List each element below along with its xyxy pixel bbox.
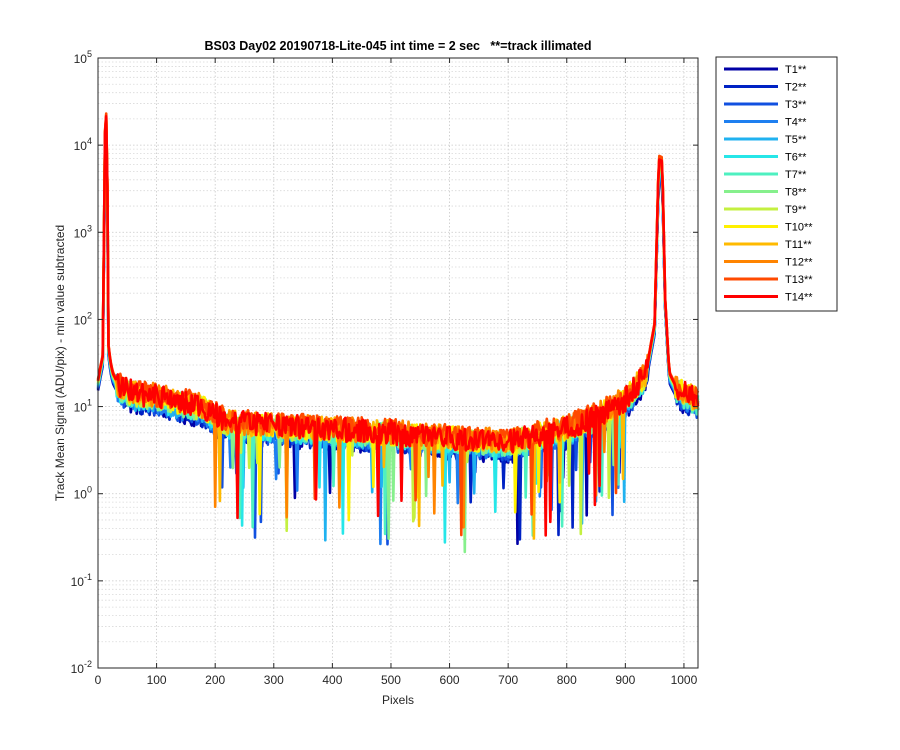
legend-box bbox=[715, 56, 838, 312]
figure: 0 100 200 300 400 500 600 700 800 900 100010-210-1… bbox=[0, 0, 900, 750]
legend-entry-label: T5** bbox=[785, 134, 807, 146]
legend-entry-label: T9** bbox=[785, 204, 807, 216]
legend-entry-label: T13** bbox=[785, 274, 813, 286]
x-tick-label: 0 bbox=[95, 673, 102, 687]
legend-entry-label: T10** bbox=[785, 222, 813, 234]
legend-entry-label: T8** bbox=[785, 187, 807, 199]
y-axis-label: Track Mean Signal (ADU/pix) - min value … bbox=[53, 225, 67, 501]
x-tick-label: 600 bbox=[440, 673, 460, 687]
x-tick-label: 200 bbox=[205, 673, 225, 687]
legend: T1** T2** T3** T4** T5** T6** T7** T8** T9** T10*… bbox=[715, 56, 838, 312]
x-axis-label: Pixels bbox=[382, 693, 414, 707]
x-tick-label: 1000 bbox=[671, 673, 698, 687]
legend-entry-label: T14** bbox=[785, 292, 813, 304]
legend-entry-label: T12** bbox=[785, 257, 813, 269]
x-tick-label: 100 bbox=[147, 673, 167, 687]
x-tick-label: 700 bbox=[498, 673, 518, 687]
legend-entry-label: T3** bbox=[785, 99, 807, 111]
x-tick-label: 400 bbox=[322, 673, 342, 687]
legend-entry-label: T4** bbox=[785, 117, 807, 129]
x-tick-label: 300 bbox=[264, 673, 284, 687]
legend-entry-label: T6** bbox=[785, 152, 807, 164]
x-tick-label: 500 bbox=[381, 673, 401, 687]
chart-title: BS03 Day02 20190718-Lite-045 int time = … bbox=[204, 39, 591, 53]
legend-entry-label: T7** bbox=[785, 169, 807, 181]
legend-entry-label: T11** bbox=[785, 239, 812, 251]
legend-entry-label: T1** bbox=[785, 64, 807, 76]
legend-entry-label: T2** bbox=[785, 82, 807, 94]
x-tick-label: 900 bbox=[615, 673, 635, 687]
x-tick-label: 800 bbox=[557, 673, 577, 687]
